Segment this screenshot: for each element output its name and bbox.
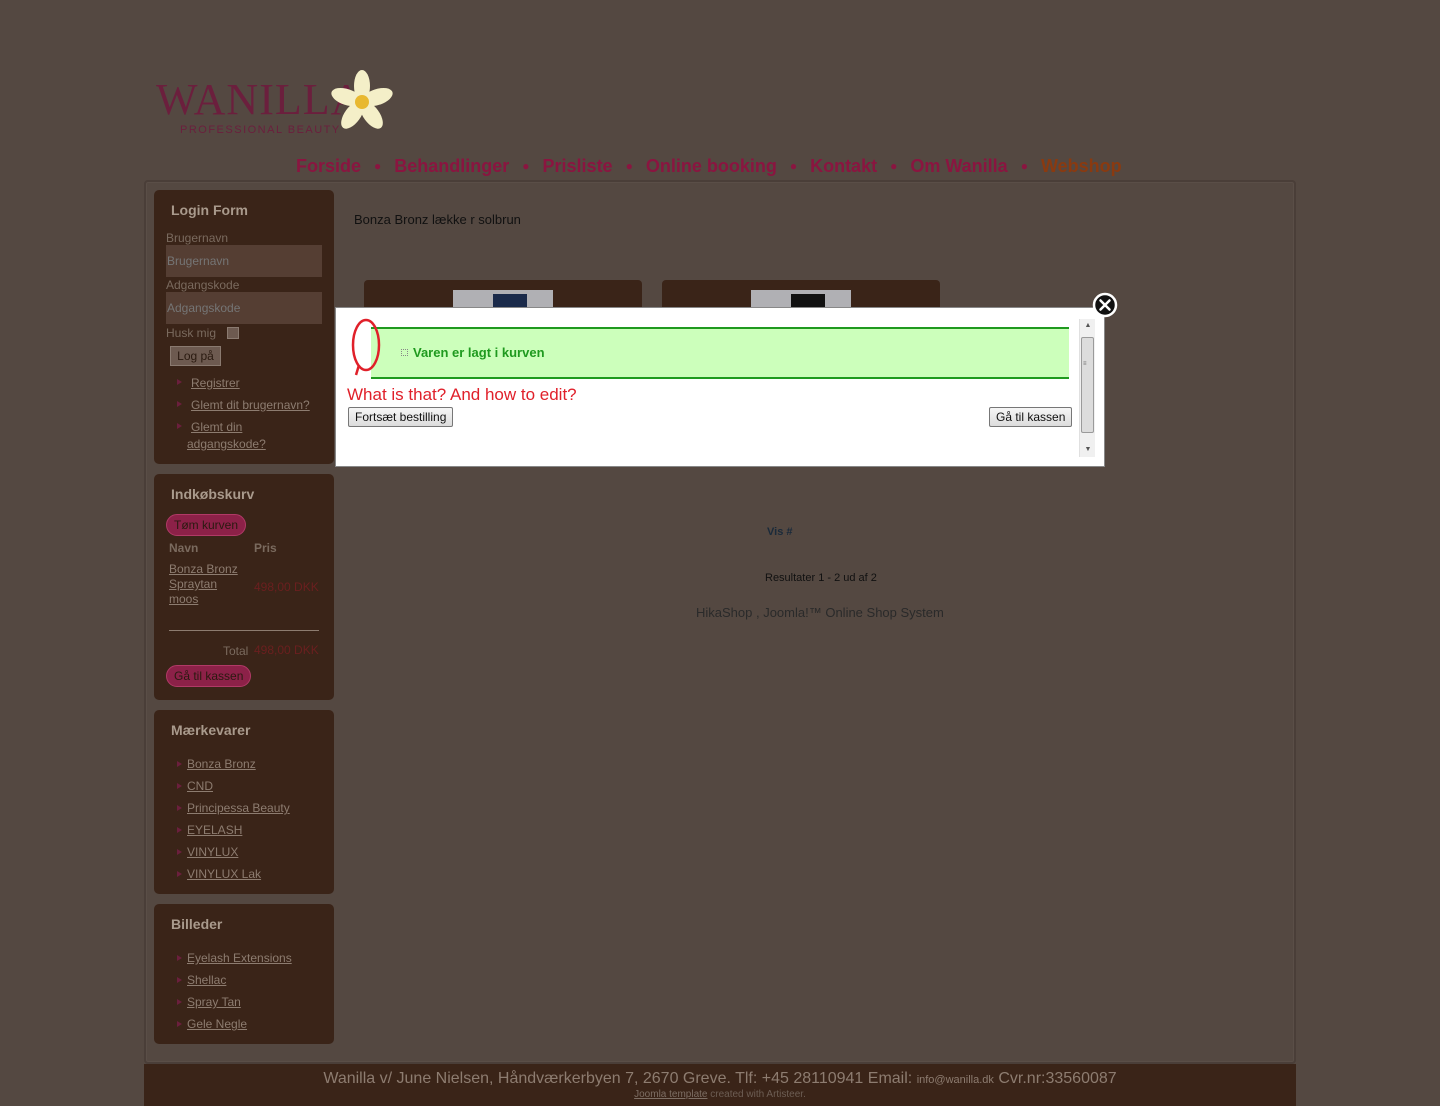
cart-total-label: Total [223,644,249,658]
brand-link[interactable]: Principessa Beauty [187,801,290,815]
remember-label: Husk mig [166,326,217,340]
footer: Wanilla v/ June Nielsen, Håndværkerbyen … [144,1064,1296,1106]
success-notice: Varen er lagt i kurven [371,327,1069,379]
bullet-icon [177,849,182,855]
brand-link[interactable]: CND [187,779,213,793]
results-count: Resultater 1 - 2 ud af 2 [765,572,877,584]
login-button[interactable]: Log på [170,346,221,366]
nav-separator: ● [789,159,798,173]
cart-item-name[interactable]: Bonza Bronz [169,562,238,576]
logo-subtitle: PROFESSIONAL BEAUTY [180,124,341,136]
cart-total-value: 498,00 DKK [254,643,319,657]
footer-cvr: Cvr.nr:33560087 [998,1070,1117,1087]
nav-online-booking[interactable]: Online booking [646,156,777,177]
broken-image-icon [401,349,408,356]
cart-col-price: Pris [254,541,277,555]
bullet-icon [177,805,182,811]
brand-link[interactable]: Bonza Bronz [187,757,256,771]
brand-link[interactable]: VINYLUX Lak [187,867,261,881]
scroll-up-icon[interactable]: ▲ [1080,319,1096,333]
nav-behandlinger[interactable]: Behandlinger [394,156,509,177]
nav-om-wanilla[interactable]: Om Wanilla [910,156,1007,177]
bullet-icon [177,955,182,961]
close-icon[interactable] [1092,292,1118,318]
pictures-box: Billeder Eyelash Extensions Shellac Spra… [154,904,334,1044]
site-logo[interactable]: WANILLA PROFESSIONAL BEAUTY [152,68,393,140]
empty-cart-button[interactable]: Tøm kurven [166,514,247,536]
nav-separator: ● [1020,159,1028,173]
register-link[interactable]: Registrer [191,376,240,390]
bullet-icon [177,1021,182,1027]
picture-link[interactable]: Spray Tan [187,995,241,1009]
annotation-circle [351,318,381,376]
picture-link[interactable]: Eyelash Extensions [187,951,292,965]
bullet-icon [177,783,182,789]
nav-separator: ● [625,159,633,173]
picture-link[interactable]: Shellac [187,973,226,987]
footer-address: Wanilla v/ June Nielsen, Håndværkerbyen … [323,1070,913,1087]
nav-separator: ● [890,159,898,173]
username-input[interactable] [166,245,322,277]
forgot-username-link[interactable]: Glemt dit brugernavn? [191,398,310,412]
template-link[interactable]: Joomla template [634,1089,707,1100]
brands-title: Mærkevarer [171,722,251,738]
password-input[interactable] [166,292,322,324]
footer-email[interactable]: info@wanilla.dk [917,1074,994,1086]
bullet-icon [177,977,182,983]
display-count-label[interactable]: Vis # [767,526,793,538]
forgot-password-link[interactable]: Glemt din [191,420,242,434]
remember-checkbox[interactable] [227,327,239,339]
picture-link[interactable]: Gele Negle [187,1017,247,1031]
annotation-text: What is that? And how to edit? [347,385,577,404]
username-label: Brugernavn [166,231,229,245]
pictures-title: Billeder [171,916,223,932]
footer-contact: Wanilla v/ June Nielsen, Håndværkerbyen … [144,1070,1296,1088]
nav-separator: ● [374,159,382,173]
cart-title: Indkøbskurv [171,486,255,502]
category-title: Bonza Bronz lække r solbrun [354,212,521,227]
login-form-title: Login Form [171,202,248,218]
nav-forside[interactable]: Forside [296,156,361,177]
forgot-password-link-line2[interactable]: adgangskode? [187,437,266,451]
product-card[interactable] [364,280,642,310]
template-credit: created with Artisteer. [710,1089,806,1100]
footer-credits: Joomla template created with Artisteer. [144,1089,1296,1100]
scroll-thumb[interactable] [1081,337,1094,433]
nav-kontakt[interactable]: Kontakt [810,156,877,177]
bullet-icon [177,871,182,877]
bullet-icon [177,999,182,1005]
product-card[interactable] [662,280,940,310]
nav-webshop[interactable]: Webshop [1041,156,1122,177]
cart-item-name-line2[interactable]: Spraytan [169,577,217,591]
scroll-grip-icon: ≡ [1083,361,1087,367]
bullet-icon [177,423,182,429]
success-message: Varen er lagt i kurven [413,345,545,360]
bullet-icon [177,401,182,407]
cart-box: Indkøbskurv Tøm kurven Navn Pris Bonza B… [154,474,334,700]
scroll-down-icon[interactable]: ▼ [1080,443,1096,457]
cart-checkout-button[interactable]: Gå til kassen [166,665,252,687]
cart-item-price: 498,00 DKK [254,580,319,594]
modal-scrollbar[interactable]: ▲ ≡ ▼ [1079,319,1095,457]
bullet-icon [177,761,182,767]
cart-col-name: Navn [169,541,199,555]
cart-divider [169,630,319,631]
flower-icon [331,70,393,129]
add-to-cart-modal: Varen er lagt i kurven What is that? And… [335,307,1105,467]
login-form-box: Login Form Brugernavn Adgangskode Husk m… [154,190,334,464]
brand-link[interactable]: EYELASH [187,823,242,837]
brands-box: Mærkevarer Bonza Bronz CND Principessa B… [154,710,334,894]
powered-by: HikaShop , Joomla!™ Online Shop System [696,605,944,620]
password-label: Adgangskode [166,278,240,292]
modal-checkout-button[interactable]: Gå til kassen [989,407,1073,427]
bullet-icon [177,827,182,833]
brand-link[interactable]: VINYLUX [187,845,238,859]
cart-item-name-line3[interactable]: moos [169,592,198,606]
nav-prisliste[interactable]: Prisliste [543,156,613,177]
bullet-icon [177,379,182,385]
continue-shopping-button[interactable]: Fortsæt bestilling [348,407,454,427]
main-nav: Forside ● Behandlinger ● Prisliste ● Onl… [296,154,1146,178]
nav-separator: ● [522,159,530,173]
